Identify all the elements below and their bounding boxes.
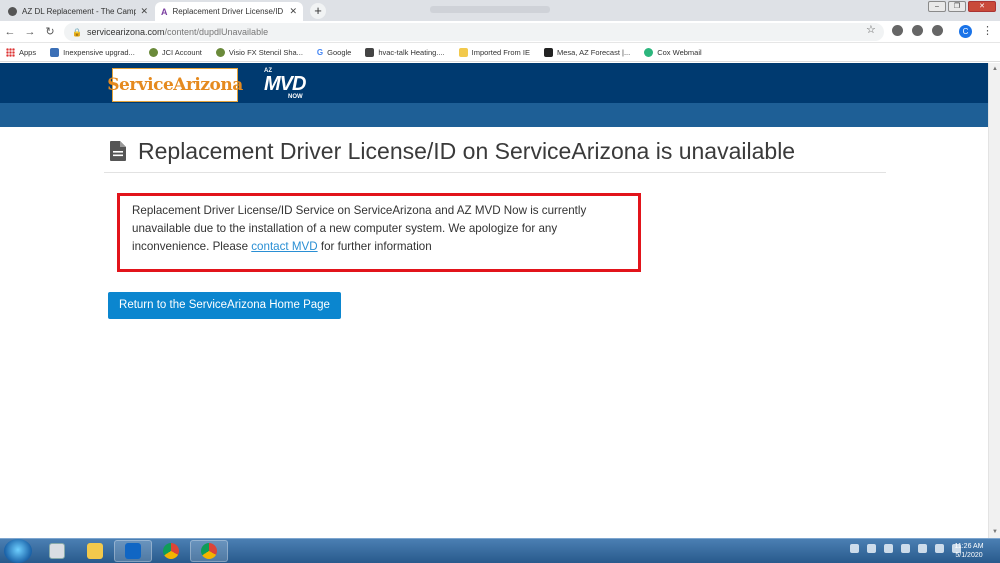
bookmark-apps[interactable]: Apps	[6, 47, 36, 57]
bookmark-cox-webmail[interactable]: Cox Webmail	[644, 47, 702, 57]
system-tray	[850, 544, 961, 553]
blurred-window-title	[430, 6, 550, 13]
page-heading: Replacement Driver License/ID on Service…	[110, 134, 890, 168]
lock-icon: 🔒	[72, 27, 82, 37]
maximize-icon[interactable]: ❐	[948, 1, 966, 12]
clock-date: 5/1/2020	[955, 552, 983, 559]
start-button[interactable]	[4, 539, 32, 563]
taskbar-calculator[interactable]	[38, 540, 76, 562]
outlook-icon	[125, 543, 141, 559]
apps-icon	[6, 47, 15, 57]
profile-avatar[interactable]: C	[959, 25, 972, 38]
url-domain: servicearizona.com	[86, 27, 165, 37]
extension-icon[interactable]	[932, 25, 943, 36]
scroll-down-icon[interactable]: ▼	[989, 526, 1000, 538]
close-icon[interactable]: ✕	[140, 6, 148, 17]
address-bar: ← → ↻ 🔒 servicearizona.com/content/dupdl…	[0, 21, 1000, 43]
minimize-icon[interactable]: –	[928, 1, 946, 12]
page-scrollbar[interactable]: ▲ ▼	[988, 63, 1000, 538]
google-icon: G	[316, 47, 324, 57]
taskbar-chrome[interactable]	[152, 540, 190, 562]
monitor-icon[interactable]	[935, 544, 944, 553]
heading-divider	[104, 172, 886, 173]
tray-expand-icon[interactable]	[850, 544, 859, 553]
clock-time: 11:26 AM	[954, 543, 984, 550]
browser-menu-icon[interactable]: ⋮	[982, 24, 993, 37]
chrome-icon	[201, 543, 217, 559]
return-home-button[interactable]: Return to the ServiceArizona Home Page	[108, 292, 341, 319]
chrome-icon	[163, 543, 179, 559]
bookmarks-bar: Apps Inexpensive upgrad... JCI Account V…	[0, 43, 1000, 62]
flag-icon[interactable]	[867, 544, 876, 553]
cloud-icon[interactable]	[901, 544, 910, 553]
tab-az-dl-replacement[interactable]: AZ DL Replacement - The Camp ✕	[2, 2, 154, 21]
bookmark-mesa-forecast[interactable]: Mesa, AZ Forecast |...	[543, 47, 630, 57]
bookmark-imported-from-ie[interactable]: Imported From IE	[458, 47, 530, 57]
bookmark-jci-account[interactable]: JCI Account	[148, 47, 202, 57]
mvd-logo-now: NOW	[288, 94, 303, 100]
bookmark-star-icon[interactable]: ☆	[866, 23, 876, 36]
calculator-icon	[49, 543, 65, 559]
contact-mvd-link[interactable]: contact MVD	[251, 240, 317, 253]
az-mvd-now-logo[interactable]: AZ MVD NOW	[258, 68, 316, 102]
servicearizona-logo[interactable]: ServiceArizona	[107, 68, 243, 102]
unavailable-notice: Replacement Driver License/ID Service on…	[117, 193, 641, 272]
site-subheader-bar	[0, 103, 1000, 127]
taskbar-outlook[interactable]	[114, 540, 152, 562]
extension-icon[interactable]	[892, 25, 903, 36]
battery-icon[interactable]	[918, 544, 927, 553]
tab-strip: AZ DL Replacement - The Camp ✕ A Replace…	[0, 0, 1000, 21]
document-icon	[110, 141, 126, 161]
tab-title: AZ DL Replacement - The Camp	[22, 7, 137, 16]
site-icon	[365, 47, 375, 57]
url-path: /content/dupdlUnavailable	[164, 27, 269, 37]
folder-icon	[458, 47, 468, 57]
folder-icon	[87, 543, 103, 559]
globe-icon	[215, 47, 225, 57]
extension-icon[interactable]	[912, 25, 923, 36]
new-tab-button[interactable]: +	[310, 3, 326, 19]
window-controls: – ❐ ✕	[928, 1, 996, 12]
site-icon	[543, 47, 553, 57]
tab-title: Replacement Driver License/ID o	[172, 7, 286, 16]
bookmark-hvac-talk[interactable]: hvac-talk Heating....	[365, 47, 445, 57]
close-icon[interactable]: ✕	[289, 6, 297, 17]
url-input[interactable]: 🔒 servicearizona.com/content/dupdlUnavai…	[64, 23, 884, 41]
taskbar-clock[interactable]: 11:26 AM 5/1/2020	[946, 542, 992, 560]
close-window-icon[interactable]: ✕	[968, 1, 996, 12]
link-icon	[50, 47, 60, 57]
cox-icon	[644, 47, 654, 57]
network-icon[interactable]	[884, 544, 893, 553]
scroll-up-icon[interactable]: ▲	[989, 63, 1000, 75]
extension-icons	[892, 25, 943, 36]
back-arrow-icon[interactable]: ←	[0, 26, 20, 38]
globe-icon	[148, 47, 158, 57]
tab-replacement-driver-license[interactable]: A Replacement Driver License/ID o ✕	[155, 2, 303, 21]
reload-icon[interactable]: ↻	[40, 25, 60, 38]
bookmark-visio-fx[interactable]: Visio FX Stencil Sha...	[215, 47, 303, 57]
servicearizona-favicon-icon: A	[161, 6, 168, 17]
taskbar-explorer[interactable]	[76, 540, 114, 562]
notice-text-end: for further information	[317, 240, 432, 253]
globe-icon	[8, 7, 17, 16]
taskbar-chrome-profile[interactable]	[190, 540, 228, 562]
bookmark-google[interactable]: G Google	[317, 48, 351, 57]
mvd-logo-mvd: MVD	[264, 73, 306, 95]
page-title: Replacement Driver License/ID on Service…	[138, 137, 796, 164]
bookmark-inexpensive-upgrad[interactable]: Inexpensive upgrad...	[50, 47, 135, 57]
windows-taskbar: 11:26 AM 5/1/2020	[0, 538, 1000, 563]
forward-arrow-icon[interactable]: →	[20, 26, 40, 38]
